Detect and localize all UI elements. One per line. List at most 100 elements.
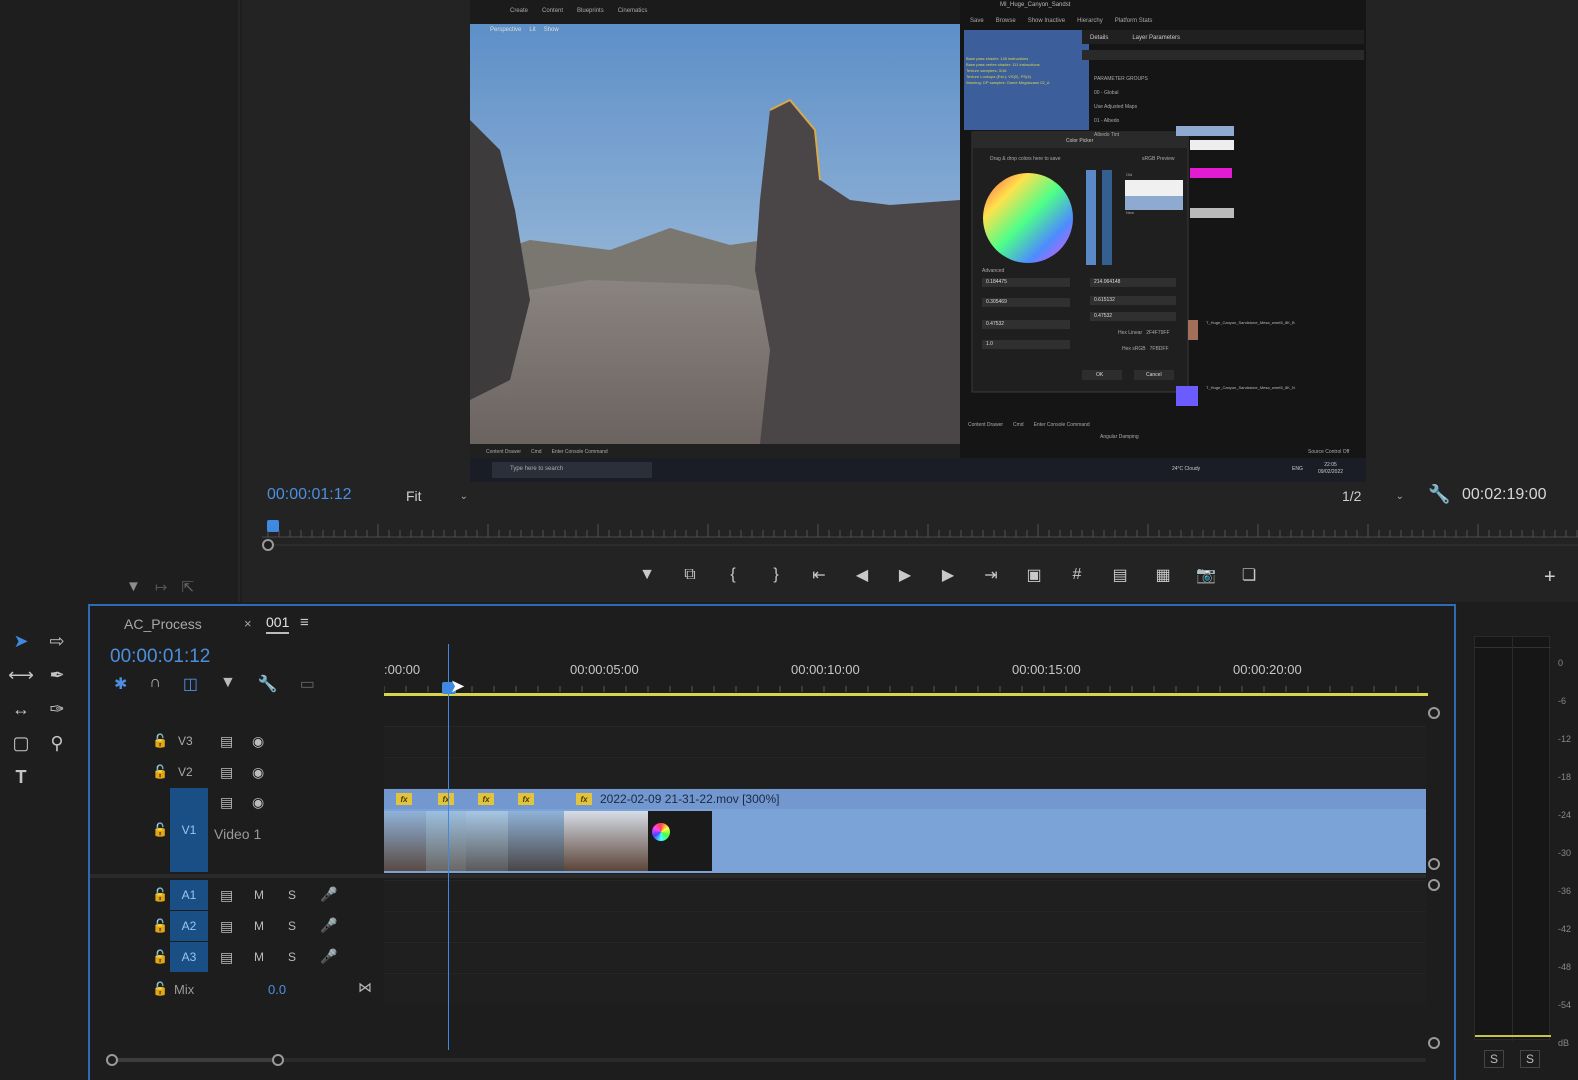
- lift-icon[interactable]: ▤: [1107, 562, 1133, 588]
- go-to-marker-icon[interactable]: ⧉: [677, 562, 703, 588]
- nest-icon[interactable]: ✱: [114, 674, 127, 694]
- extract-icon[interactable]: ▦: [1150, 562, 1176, 588]
- lock-icon[interactable]: 🔓: [152, 733, 168, 749]
- lane-a2[interactable]: [384, 911, 1426, 941]
- tab-001[interactable]: 001: [266, 614, 290, 634]
- microphone-icon[interactable]: 🎤: [320, 917, 337, 934]
- track-target-v1[interactable]: V1: [170, 788, 208, 872]
- audio-scroll-bottom[interactable]: [1428, 1037, 1440, 1049]
- audio-scroll-top[interactable]: [1428, 879, 1440, 891]
- export-icon[interactable]: ⇱: [181, 578, 194, 596]
- sync-lock-icon[interactable]: ▤: [220, 764, 233, 781]
- tab-ac-process[interactable]: AC_Process: [124, 616, 202, 632]
- solo-button[interactable]: S: [288, 919, 296, 933]
- track-label-v3[interactable]: V3: [178, 734, 193, 748]
- track-target-a3[interactable]: A3: [170, 942, 208, 972]
- meter-solo-left[interactable]: S: [1484, 1050, 1504, 1068]
- mute-button[interactable]: M: [254, 919, 264, 933]
- sync-lock-icon[interactable]: ▤: [220, 949, 233, 966]
- timeline-settings-wrench-icon[interactable]: 🔧: [258, 674, 278, 694]
- type-tool-icon[interactable]: T: [6, 762, 36, 792]
- solo-button[interactable]: S: [288, 888, 296, 902]
- monitor-playhead[interactable]: [267, 520, 279, 532]
- lock-icon[interactable]: 🔓: [152, 949, 168, 965]
- track-select-icon[interactable]: ⇨: [42, 626, 72, 656]
- lane-a1[interactable]: [384, 880, 1426, 910]
- lane-v1[interactable]: fx fx fx fx fx 2022-02-09 21-31-22.mov […: [384, 788, 1426, 873]
- monitor-current-timecode[interactable]: 00:00:01:12: [267, 486, 352, 504]
- play-icon[interactable]: ▶: [892, 562, 918, 588]
- camera-icon[interactable]: 📷: [1193, 562, 1219, 588]
- slip-icon[interactable]: ↔: [6, 694, 36, 724]
- go-to-out-icon[interactable]: ⇥: [978, 562, 1004, 588]
- lane-v3[interactable]: [384, 726, 1426, 756]
- fx-badge[interactable]: fx: [576, 793, 592, 805]
- video-clip[interactable]: fx fx fx fx fx 2022-02-09 21-31-22.mov […: [384, 789, 1426, 873]
- monitor-time-ruler[interactable]: [262, 518, 1578, 538]
- snap-magnet-icon[interactable]: ∩: [149, 674, 161, 694]
- lock-icon[interactable]: 🔓: [152, 764, 168, 780]
- monitor-scrollbar[interactable]: [262, 544, 1578, 546]
- tab-menu-icon[interactable]: ≡: [300, 614, 309, 631]
- solo-button[interactable]: S: [288, 950, 296, 964]
- monitor-scroll-handle-left[interactable]: [262, 539, 274, 551]
- sync-lock-icon[interactable]: ▤: [220, 887, 233, 904]
- rectangle-icon[interactable]: ▢: [6, 728, 36, 758]
- resolution-select[interactable]: 1/2 ⌄: [1334, 485, 1412, 507]
- safe-margins-icon[interactable]: ▣: [1021, 562, 1047, 588]
- razor-icon[interactable]: ✒: [42, 660, 72, 690]
- fx-badge[interactable]: fx: [478, 793, 494, 805]
- lane-a3[interactable]: [384, 942, 1426, 972]
- compare-view-icon[interactable]: ❏: [1236, 562, 1262, 588]
- go-to-in-icon[interactable]: ⇤: [806, 562, 832, 588]
- timeline-h-scroll-thumb[interactable]: [112, 1058, 278, 1062]
- timeline-h-scrollbar[interactable]: [112, 1058, 1426, 1062]
- step-forward-icon[interactable]: ▶: [935, 562, 961, 588]
- insert-icon[interactable]: ↦: [155, 578, 168, 596]
- pen-icon[interactable]: ✑: [42, 694, 72, 724]
- sync-lock-icon[interactable]: ▤: [220, 733, 233, 750]
- video-scroll-bottom[interactable]: [1428, 858, 1440, 870]
- step-back-icon[interactable]: ◀: [849, 562, 875, 588]
- close-tab-icon[interactable]: ×: [244, 616, 252, 631]
- track-target-a1[interactable]: A1: [170, 880, 208, 910]
- lane-v2[interactable]: [384, 757, 1426, 787]
- eye-icon[interactable]: ◉: [252, 733, 264, 750]
- fx-badge[interactable]: fx: [438, 793, 454, 805]
- grid-icon[interactable]: #: [1064, 562, 1090, 588]
- bowtie-icon[interactable]: ⋈: [358, 979, 372, 996]
- work-area-bar[interactable]: [384, 693, 1428, 696]
- sync-lock-icon[interactable]: ▤: [220, 794, 233, 811]
- add-marker-icon[interactable]: ▼: [220, 674, 236, 694]
- eye-icon[interactable]: ◉: [252, 764, 264, 781]
- microphone-icon[interactable]: 🎤: [320, 886, 337, 903]
- mix-value[interactable]: 0.0: [268, 982, 286, 997]
- eye-icon[interactable]: ◉: [252, 794, 264, 811]
- selection-tool-icon[interactable]: ➤: [6, 626, 36, 656]
- playhead-line[interactable]: [448, 644, 449, 1050]
- wrench-icon[interactable]: 🔧: [1428, 484, 1450, 505]
- sync-lock-icon[interactable]: ▤: [220, 918, 233, 935]
- mark-out-icon[interactable]: }: [763, 562, 789, 588]
- h-scroll-handle-right[interactable]: [272, 1054, 284, 1066]
- add-button-icon[interactable]: +: [1544, 566, 1556, 589]
- track-label-v2[interactable]: V2: [178, 765, 193, 779]
- microphone-icon[interactable]: 🎤: [320, 948, 337, 965]
- lane-mix[interactable]: [384, 973, 1426, 1003]
- track-target-a2[interactable]: A2: [170, 911, 208, 941]
- lock-icon[interactable]: 🔓: [152, 981, 168, 997]
- fx-badge[interactable]: fx: [396, 793, 412, 805]
- mute-button[interactable]: M: [254, 950, 264, 964]
- mark-in-icon[interactable]: {: [720, 562, 746, 588]
- linked-selection-icon[interactable]: ◫: [183, 674, 198, 694]
- fx-badge[interactable]: fx: [518, 793, 534, 805]
- lock-icon[interactable]: 🔓: [152, 822, 168, 838]
- lock-icon[interactable]: 🔓: [152, 918, 168, 934]
- ripple-edit-icon[interactable]: ⟷: [6, 660, 36, 690]
- timeline-ruler[interactable]: :00:00 00:00:05:00 00:00:10:00 00:00:15:…: [384, 658, 1428, 698]
- av-divider[interactable]: [90, 874, 1426, 878]
- zoom-select[interactable]: Fit ⌄: [398, 485, 476, 507]
- meter-solo-right[interactable]: S: [1520, 1050, 1540, 1068]
- mute-button[interactable]: M: [254, 888, 264, 902]
- timeline-timecode[interactable]: 00:00:01:12: [110, 646, 210, 668]
